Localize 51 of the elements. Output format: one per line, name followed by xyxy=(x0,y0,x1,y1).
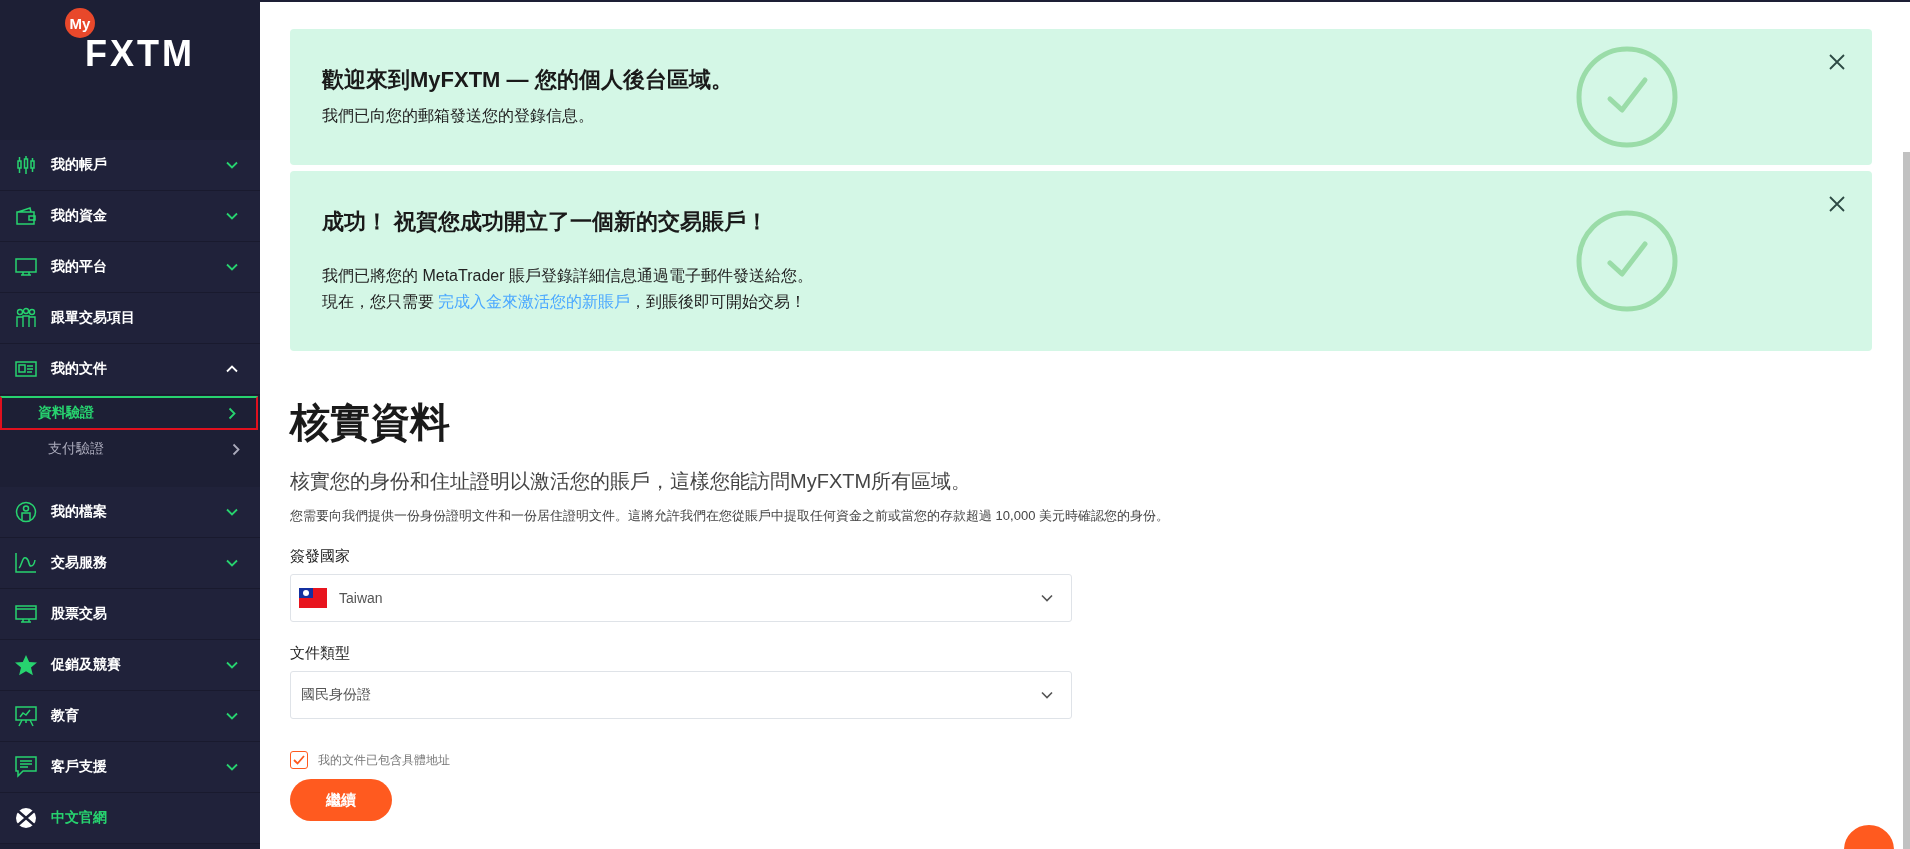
checkbox[interactable] xyxy=(290,751,308,769)
check-circle-icon xyxy=(1576,210,1678,312)
banner-message: 我們已將您的 MetaTrader 賬戶登錄詳細信息通過電子郵件發送給您。 xyxy=(322,266,814,286)
submenu-item[interactable]: 資料驗證 xyxy=(0,396,258,430)
submenu-item[interactable]: 支付驗證 xyxy=(0,431,260,467)
sidebar-item[interactable]: 我的檔案 xyxy=(0,487,260,538)
chevron-right-icon xyxy=(228,406,236,420)
banner-title: 成功！ 祝賀您成功開立了一個新的交易賬戶！ xyxy=(322,208,770,236)
id-card-icon xyxy=(15,360,37,378)
sidebar-item[interactable]: 促銷及競賽 xyxy=(0,640,260,691)
check-circle-icon xyxy=(1576,46,1678,148)
wallet-icon xyxy=(15,206,37,226)
chevron-right-icon xyxy=(232,442,240,456)
flag-icon xyxy=(299,588,327,608)
sidebar-item[interactable]: 教育 xyxy=(0,691,260,742)
scrollbar[interactable] xyxy=(1903,152,1910,849)
banner-title: 歡迎來到MyFXTM — 您的個人後台區域。 xyxy=(322,66,734,94)
close-button[interactable] xyxy=(1828,53,1846,71)
monitor-icon xyxy=(15,257,37,277)
banner-message: 現在，您只需要 完成入金來激活您的新賬戶，到賬後即可開始交易！ xyxy=(322,292,808,312)
user-icon xyxy=(15,501,37,523)
sidebar-item[interactable]: 我的文件 xyxy=(0,344,260,395)
candlestick-icon xyxy=(16,155,36,175)
dropdown-field[interactable]: Taiwan xyxy=(290,574,1072,622)
sidebar-item[interactable]: 跟單交易項目 xyxy=(0,293,260,344)
field-label: 簽發國家 xyxy=(290,547,351,566)
page-heading: 核實資料 xyxy=(290,399,451,446)
subtitle: 核實您的身份和住址證明以激活您的賬戶，這樣您能訪問MyFXTM所有區域。 xyxy=(290,469,973,494)
chat-icon xyxy=(15,756,37,778)
field-label: 文件類型 xyxy=(290,644,351,663)
checkbox-label: 我的文件已包含具體地址 xyxy=(318,751,450,769)
presentation-icon xyxy=(15,705,37,727)
instruction-text: 您需要向我們提供一份身份證明文件和一份居住證明文件。這將允許我們在您從賬戶中提取任何資金之前或當您的存款超過 10,000 美元時確認您的身份。 xyxy=(290,507,1170,525)
people-icon xyxy=(15,307,37,329)
chevron-down-icon xyxy=(1041,594,1053,602)
sidebar-item[interactable]: 交易服務 xyxy=(0,538,260,589)
line-chart-icon xyxy=(15,553,37,573)
dropdown-field[interactable]: 國民身份證 xyxy=(290,671,1072,719)
banner-message: 我們已向您的郵箱發送您的登錄信息。 xyxy=(322,106,595,126)
sidebar-item[interactable]: 中文官網 xyxy=(0,793,260,844)
monitor-icon xyxy=(15,604,37,624)
chevron-down-icon xyxy=(1041,691,1053,699)
sidebar-item[interactable]: 我的平台 xyxy=(0,242,260,293)
sidebar-item[interactable]: 我的資金 xyxy=(0,191,260,242)
star-icon xyxy=(15,654,37,676)
fxtm-logo[interactable]: My FXTM xyxy=(65,8,195,72)
sidebar-item[interactable]: 股票交易 xyxy=(0,589,260,640)
sidebar-item[interactable]: 客戶支援 xyxy=(0,742,260,793)
sidebar-item[interactable]: 我的帳戶 xyxy=(0,140,260,191)
close-button[interactable] xyxy=(1828,195,1846,213)
globe-icon xyxy=(15,807,37,829)
